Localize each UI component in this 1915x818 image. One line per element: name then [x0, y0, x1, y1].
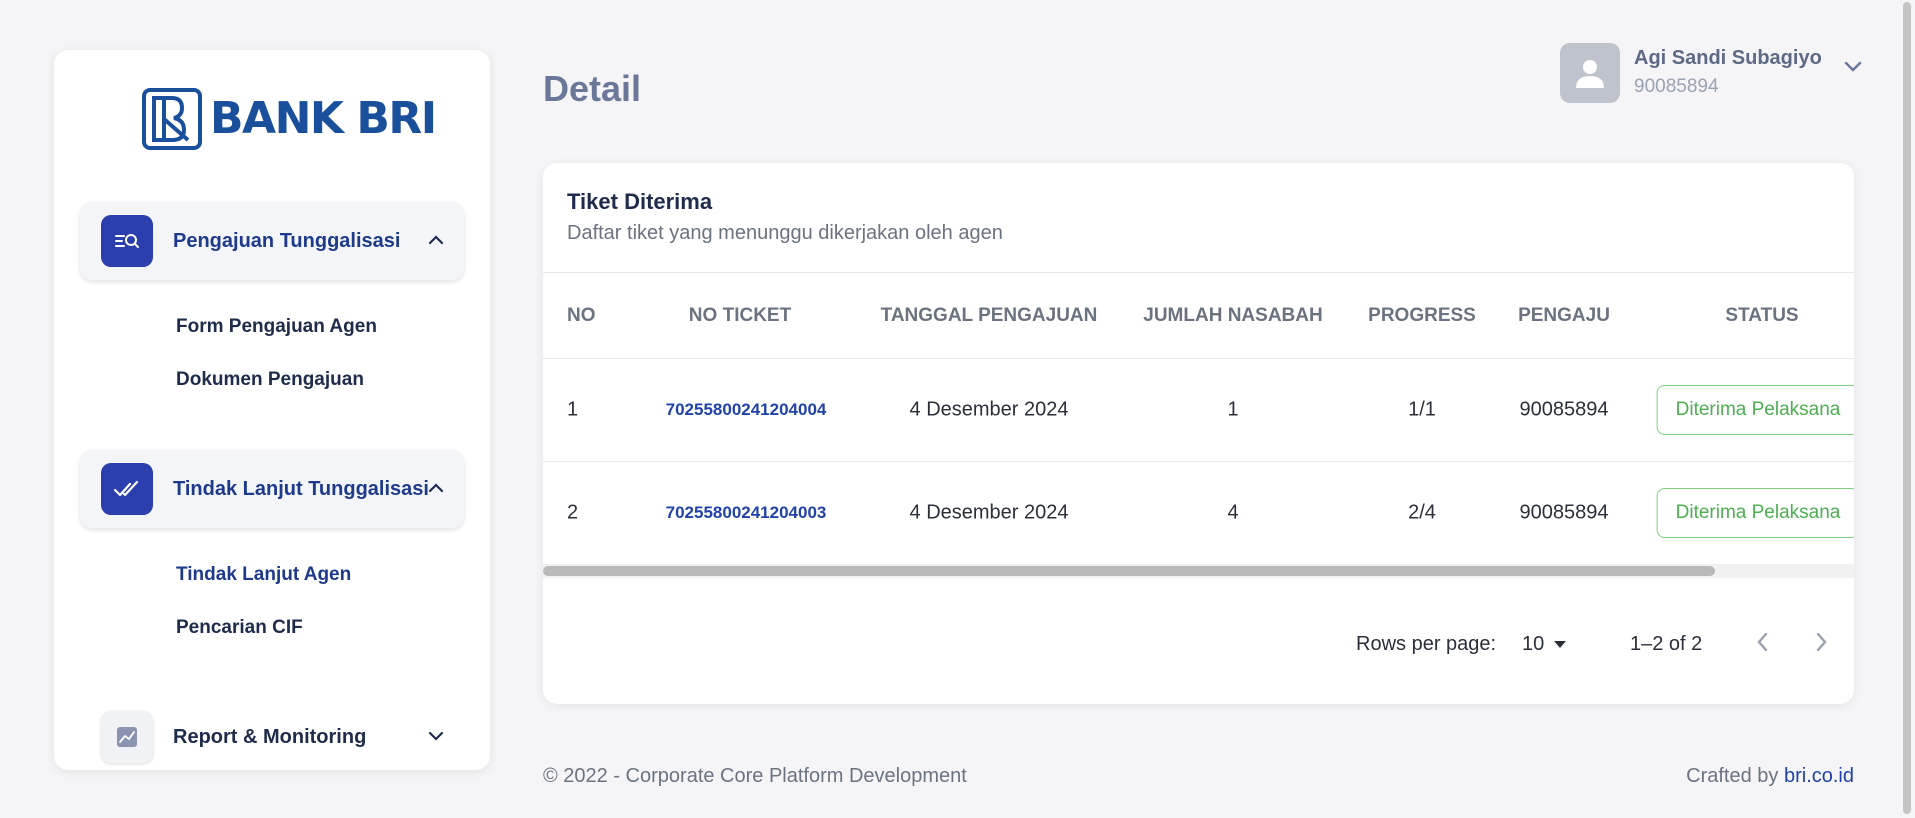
footer-link[interactable]: bri.co.id — [1784, 765, 1854, 787]
cell-no: 2 — [567, 501, 579, 524]
rows-per-page-label: Rows per page: — [1356, 633, 1497, 655]
logo-text: BANK BRI — [210, 93, 437, 144]
sidebar-item-dokumen-pengajuan[interactable]: Dokumen Pengajuan — [176, 369, 364, 391]
sidebar-group-label: Report & Monitoring — [173, 725, 367, 748]
bank-logo[interactable]: BANK BRI — [142, 88, 437, 150]
rows-per-page-value: 10 — [1522, 633, 1545, 655]
footer-credit: Crafted by bri.co.id — [1686, 765, 1854, 788]
chevron-up-icon — [428, 480, 444, 498]
page-scrollbar[interactable] — [1899, 0, 1915, 818]
previous-page-button[interactable] — [1755, 631, 1769, 658]
sidebar-group-label: Pengajuan Tunggalisasi — [173, 229, 401, 252]
cell-pengaju: 90085894 — [1519, 398, 1609, 421]
ticket-link[interactable]: 70255800241204003 — [666, 503, 827, 523]
table-header-row: NO NO TICKET TANGGAL PENGAJUAN JUMLAH NA… — [543, 272, 1854, 358]
column-header-progress[interactable]: PROGRESS — [1368, 305, 1476, 327]
card-subtitle: Daftar tiket yang menunggu dikerjakan ol… — [567, 222, 1003, 244]
chevron-right-icon — [1816, 632, 1827, 652]
table-row[interactable]: 2 70255800241204003 4 Desember 2024 4 2/… — [543, 461, 1854, 564]
user-menu[interactable]: Agi Sandi Subagiyo 90085894 — [1560, 43, 1862, 103]
caret-down-icon — [1554, 640, 1567, 648]
search-list-icon — [101, 215, 153, 267]
page-scrollbar-thumb[interactable] — [1903, 2, 1911, 814]
cell-no: 1 — [567, 398, 579, 421]
cell-date: 4 Desember 2024 — [909, 398, 1069, 421]
double-check-icon — [101, 463, 153, 515]
sidebar-group-report-monitoring[interactable]: Report & Monitoring — [80, 698, 464, 770]
pagination: Rows per page: 10 1–2 of 2 — [543, 625, 1854, 665]
page-title: Detail — [543, 68, 642, 109]
column-header-status[interactable]: STATUS — [1725, 305, 1798, 327]
cell-jumlah-nasabah: 4 — [1227, 501, 1239, 524]
tickets-table: NO NO TICKET TANGGAL PENGAJUAN JUMLAH NA… — [543, 272, 1854, 564]
column-header-pengaju[interactable]: PENGAJU — [1518, 305, 1610, 327]
user-id: 90085894 — [1634, 76, 1719, 97]
sidebar-item-tindak-lanjut-agen[interactable]: Tindak Lanjut Agen — [176, 564, 351, 586]
chevron-up-icon — [428, 232, 444, 250]
status-badge: Diterima Pelaksana — [1656, 385, 1854, 435]
pagination-range: 1–2 of 2 — [1630, 633, 1703, 655]
ticket-link[interactable]: 70255800241204004 — [666, 400, 827, 420]
sidebar: BANK BRI Pengajuan Tunggalisasi Form Pen… — [54, 50, 490, 770]
footer-crafted-prefix: Crafted by — [1686, 765, 1784, 787]
card-title: Tiket Diterima — [567, 189, 713, 214]
user-icon — [1576, 60, 1604, 88]
column-header-no[interactable]: NO — [567, 305, 596, 327]
sidebar-item-form-pengajuan-agen[interactable]: Form Pengajuan Agen — [176, 316, 377, 338]
tickets-card: Tiket Diterima Daftar tiket yang menungg… — [543, 163, 1854, 704]
column-header-jumlah-nasabah[interactable]: JUMLAH NASABAH — [1143, 305, 1322, 327]
avatar — [1560, 43, 1620, 103]
cell-pengaju: 90085894 — [1519, 501, 1609, 524]
chart-icon — [101, 711, 153, 763]
status-badge: Diterima Pelaksana — [1656, 488, 1854, 538]
sidebar-item-pencarian-cif[interactable]: Pencarian CIF — [176, 617, 303, 639]
cell-progress: 1/1 — [1408, 398, 1436, 421]
next-page-button[interactable] — [1815, 631, 1829, 658]
scrollbar-thumb[interactable] — [543, 566, 1715, 576]
cell-progress: 2/4 — [1408, 501, 1436, 524]
sidebar-group-label: Tindak Lanjut Tunggalisasi — [173, 477, 429, 500]
cell-jumlah-nasabah: 1 — [1227, 398, 1239, 421]
table-row[interactable]: 1 70255800241204004 4 Desember 2024 1 1/… — [543, 358, 1854, 461]
footer-copyright: © 2022 - Corporate Core Platform Develop… — [543, 765, 967, 787]
column-header-tanggal-pengajuan[interactable]: TANGGAL PENGAJUAN — [881, 305, 1098, 327]
user-name: Agi Sandi Subagiyo — [1634, 47, 1822, 69]
column-header-no-ticket[interactable]: NO TICKET — [689, 305, 791, 327]
sidebar-group-pengajuan-tunggalisasi[interactable]: Pengajuan Tunggalisasi — [80, 202, 464, 280]
chevron-down-icon — [428, 728, 444, 746]
chevron-down-icon[interactable] — [1844, 59, 1862, 77]
rows-per-page-select[interactable]: 10 — [1522, 633, 1567, 656]
chevron-left-icon — [1757, 632, 1768, 652]
sidebar-group-tindak-lanjut-tunggalisasi[interactable]: Tindak Lanjut Tunggalisasi — [80, 450, 464, 528]
bri-logo-icon — [142, 88, 202, 150]
table-horizontal-scrollbar[interactable] — [543, 564, 1854, 578]
cell-date: 4 Desember 2024 — [909, 501, 1069, 524]
